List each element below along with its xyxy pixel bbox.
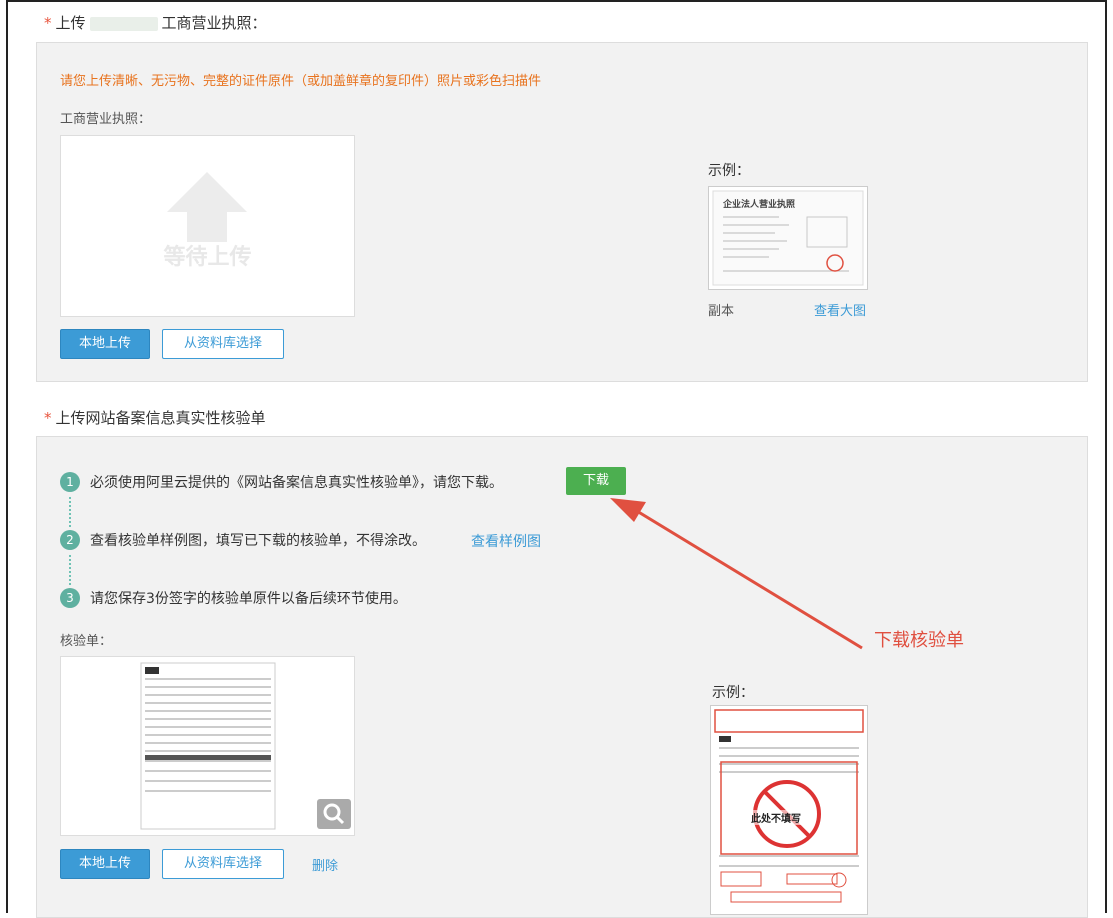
step-text-2: 查看核验单样例图，填写已下载的核验单，不得涂改。 [90, 533, 426, 549]
business-license-label: 工商营业执照： [60, 112, 152, 127]
delete-link[interactable]: 删除 [312, 855, 338, 874]
sample-stamp-text: 此处不填写 [751, 810, 801, 825]
local-upload-button[interactable]: 本地上传 [60, 329, 150, 359]
uploaded-form-preview [140, 662, 276, 830]
step-connector [69, 555, 73, 585]
title-prefix: 上传 [55, 14, 86, 32]
local-upload-button-2[interactable]: 本地上传 [60, 849, 150, 879]
example-document-title: 企业法人营业执照 [723, 200, 796, 210]
section-title-verification-form: * 上传网站备案信息真实性核验单 [44, 407, 266, 428]
select-from-library-button[interactable]: 从资料库选择 [162, 329, 284, 359]
upload-notice: 请您上传清晰、无污物、完整的证件原件（或加盖鲜章的复印件）照片或彩色扫描件 [60, 74, 542, 89]
blurred-company-name [89, 16, 158, 31]
annotation-arrow-icon [610, 498, 863, 650]
required-mark: * [44, 409, 52, 427]
example-label: 示例： [708, 163, 750, 179]
required-mark: * [44, 14, 52, 32]
download-form-annotation: 下载核验单 [874, 630, 964, 651]
upload-arrow-icon [167, 172, 247, 242]
waiting-upload-text: 等待上传 [163, 245, 252, 270]
copy-label: 副本 [708, 304, 735, 319]
select-from-library-button-2[interactable]: 从资料库选择 [162, 849, 284, 879]
step-text-1: 必须使用阿里云提供的《网站备案信息真实性核验单》，请您下载。 [90, 475, 503, 491]
title-suffix: 工商营业执照： [161, 14, 267, 32]
step-connector [69, 497, 73, 527]
step-number-3: 3 [60, 588, 80, 608]
view-large-image-link[interactable]: 查看大图 [814, 300, 866, 319]
business-license-upload-area[interactable]: 等待上传 [60, 135, 355, 317]
verification-form-example-image[interactable]: 此处不填写 [710, 705, 868, 915]
example-label-2: 示例： [712, 685, 754, 701]
business-license-example-image[interactable]: 企业法人营业执照 [708, 186, 868, 290]
step-number-2: 2 [60, 530, 80, 550]
verification-form-title: 上传网站备案信息真实性核验单 [55, 409, 266, 427]
step-number-1: 1 [60, 472, 80, 492]
view-sample-link[interactable]: 查看样例图 [471, 531, 541, 551]
verification-form-upload-area[interactable] [60, 656, 355, 836]
zoom-button[interactable] [317, 799, 351, 829]
step-text-3: 请您保存3份签字的核验单原件以备后续环节使用。 [90, 591, 407, 607]
magnifier-icon [323, 803, 345, 825]
verification-form-label: 核验单： [60, 634, 113, 649]
section-title-business-license: * 上传 工商营业执照： [44, 12, 267, 33]
